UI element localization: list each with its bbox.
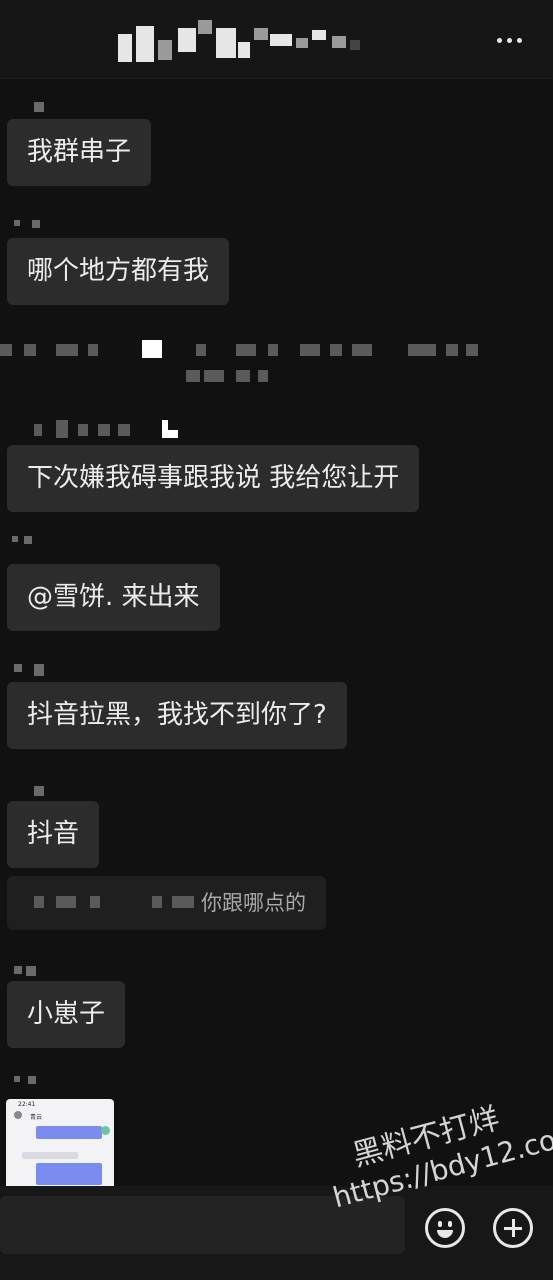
message-input[interactable] — [0, 1196, 405, 1254]
message-text: 你跟哪点的 — [201, 891, 306, 915]
message-bubble[interactable]: 下次嫌我碍事跟我说 我给您让开 — [7, 445, 420, 512]
chat-message-list[interactable]: 我群串子 哪个地方都有我 下次嫌我碍事跟我说 我给您让开 @雪饼. 来出来 抖音… — [0, 78, 553, 1189]
sender-name-redacted — [14, 966, 44, 978]
message-text: 抖音 — [27, 819, 80, 849]
more-dots-icon[interactable] — [491, 22, 527, 58]
thumbnail-avatar — [14, 1111, 22, 1119]
input-bar — [0, 1186, 553, 1280]
sender-name-redacted — [34, 420, 194, 438]
plus-icon[interactable] — [493, 1208, 533, 1248]
chat-header — [0, 0, 553, 79]
message-bubble[interactable]: 抖音拉黑，我找不到你了? — [7, 682, 347, 749]
message-bubble[interactable]: @雪饼. 来出来 — [7, 564, 220, 631]
chat-title-redacted — [110, 20, 380, 66]
message-bubble[interactable]: 哪个地方都有我 — [7, 238, 230, 305]
sender-name-redacted — [12, 536, 42, 548]
message-text: 下次嫌我碍事跟我说 我给您让开 — [27, 463, 400, 493]
quoted-sender-redacted — [34, 896, 194, 910]
thumbnail-bubble — [22, 1152, 78, 1159]
message-bubble[interactable]: 我群串子 — [7, 119, 152, 186]
sender-name-redacted — [14, 220, 44, 232]
sender-name-redacted — [14, 1076, 44, 1088]
message-text: @雪饼. 来出来 — [27, 582, 200, 612]
redacted-message — [0, 340, 553, 358]
thumbnail-name: 青云 — [30, 1114, 43, 1121]
message-text: 我群串子 — [27, 137, 132, 167]
sender-name-redacted — [34, 786, 54, 798]
thumbnail-bubble — [36, 1163, 102, 1185]
message-text: 哪个地方都有我 — [27, 256, 210, 286]
thumbnail-avatar — [101, 1126, 110, 1135]
thumbnail-bubble — [36, 1126, 102, 1139]
sender-name-redacted — [34, 102, 54, 114]
sender-name-redacted — [14, 664, 48, 676]
thumbnail-time: 22:41 — [18, 1101, 36, 1108]
message-text: 小崽子 — [27, 999, 106, 1029]
image-message-thumbnail[interactable]: 22:41 青云 — [6, 1099, 114, 1189]
message-bubble[interactable]: 小崽子 — [7, 981, 126, 1048]
message-text: 抖音拉黑，我找不到你了? — [27, 700, 327, 730]
message-bubble[interactable]: 抖音 — [7, 801, 100, 868]
redacted-message — [0, 370, 553, 384]
emoji-icon[interactable] — [425, 1208, 465, 1248]
